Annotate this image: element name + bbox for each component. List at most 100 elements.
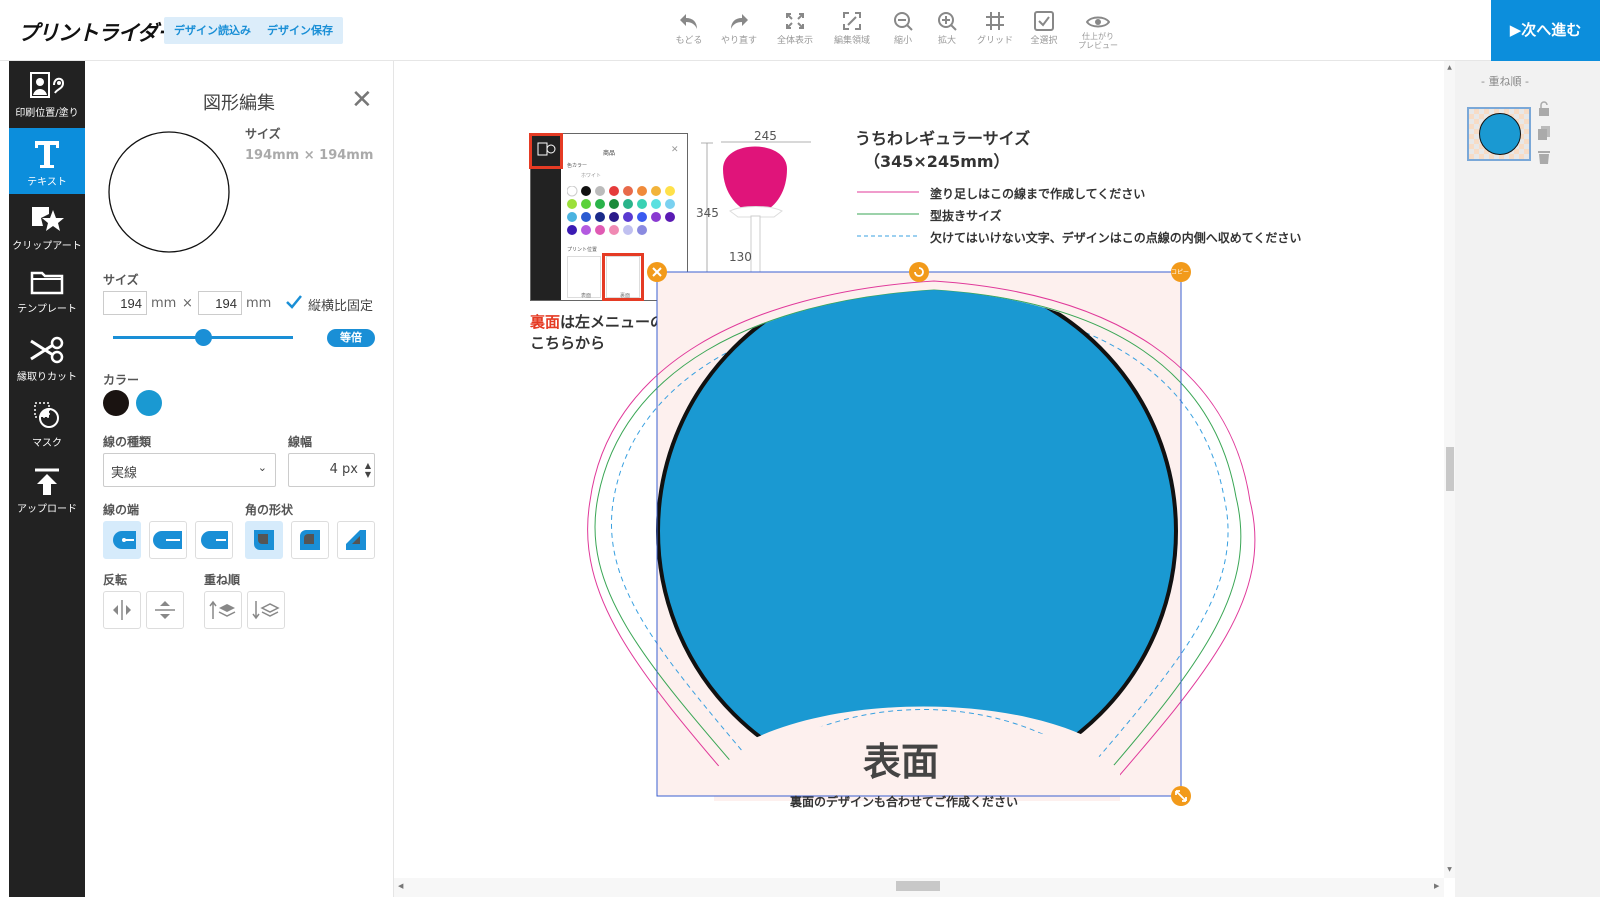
stepper-icon[interactable]: ▲ ▼ — [365, 461, 371, 479]
legend-safe-text: 欠けてはいけない文字、デザインはこの点線の内側へ収めてください — [930, 231, 1302, 245]
line-type-select[interactable]: 実線 ⌄ — [103, 453, 276, 487]
size-slider-thumb[interactable] — [195, 329, 212, 346]
size-value: 194mm × 194mm — [245, 148, 374, 163]
palette-swatch — [609, 225, 619, 235]
edit-area-button[interactable]: 編集領域 — [824, 11, 880, 46]
sidebar-item-clipart[interactable]: クリップアート — [9, 194, 85, 260]
layer-thumbnail[interactable] — [1467, 107, 1531, 161]
preview-button[interactable]: 仕上がり プレビュー — [1070, 14, 1126, 50]
times-sign: × — [182, 296, 193, 311]
corner-round-button[interactable] — [291, 521, 329, 559]
stroke-color-swatch[interactable] — [103, 390, 129, 416]
shape-preview — [108, 131, 230, 253]
layers-title: - 重ね順 - — [1481, 75, 1529, 88]
flip-vertical-button[interactable] — [146, 591, 184, 629]
order-label: 重ね順 — [204, 573, 241, 587]
dim-height-label: 345 — [696, 206, 719, 220]
line-end-round-button[interactable] — [103, 521, 141, 559]
duplicate-icon[interactable] — [1537, 125, 1551, 141]
palette-swatch — [651, 199, 661, 209]
guide-legend-lines — [857, 191, 919, 237]
palette-swatch — [595, 186, 605, 196]
select-all-button[interactable]: 全選択 — [1016, 11, 1072, 46]
print-position-icon — [30, 72, 65, 98]
design-canvas[interactable]: 商品 ✕ 色カラー ホワイト プリント位置 表面 裏面 裏面は左メニューの こち… — [394, 61, 1444, 878]
design-save-button[interactable]: デザイン保存 — [257, 17, 343, 44]
palette-swatch — [623, 225, 633, 235]
corner-bevel-button[interactable] — [337, 521, 375, 559]
palette-swatch — [665, 212, 675, 222]
horizontal-scroll-thumb[interactable] — [896, 881, 940, 891]
palette-swatch — [581, 199, 591, 209]
palette-swatch — [637, 225, 647, 235]
send-backward-button[interactable] — [247, 591, 285, 629]
width-input[interactable] — [103, 291, 147, 315]
edit-area-label: 編集領域 — [833, 36, 870, 46]
line-end-butt-button[interactable] — [149, 521, 187, 559]
bring-forward-button[interactable] — [204, 591, 242, 629]
unlock-icon[interactable] — [1537, 101, 1551, 117]
palette-swatch — [609, 186, 619, 196]
fill-color-swatch[interactable] — [136, 390, 162, 416]
line-width-unit: px — [342, 462, 358, 477]
scale-reset-button[interactable]: 等倍 — [327, 329, 375, 347]
fit-view-button[interactable]: 全体表示 — [767, 11, 823, 46]
design-load-button[interactable]: デザイン読込み — [164, 17, 261, 44]
palette-swatch — [651, 186, 661, 196]
mini-color-label: 色カラー — [567, 163, 588, 169]
size-section-label: サイズ — [103, 273, 139, 287]
copy-handle-label: コピー — [1171, 269, 1190, 276]
grid-label: グリッド — [976, 36, 1013, 46]
redo-label: やり直す — [720, 36, 757, 46]
preview-label-1: 仕上がり — [1082, 32, 1114, 41]
color-label: カラー — [103, 373, 140, 387]
line-width-label: 線幅 — [288, 435, 313, 449]
flip-horizontal-button[interactable] — [103, 591, 141, 629]
sidebar-item-label: マスク — [32, 438, 62, 449]
sidebar-item-mask[interactable]: マスク — [9, 391, 85, 457]
next-step-button[interactable]: ▶次へ進む — [1491, 0, 1600, 61]
left-sidebar: 印刷位置/塗り テキスト クリップアート テンプレート 縁取りカット マスク ア… — [9, 61, 85, 897]
palette-swatch — [665, 186, 675, 196]
line-cap-round-icon — [113, 531, 136, 549]
corner-miter-button[interactable] — [245, 521, 283, 559]
height-input[interactable] — [198, 291, 242, 315]
vertical-scroll-thumb[interactable] — [1446, 447, 1454, 491]
sidebar-item-print-position[interactable]: 印刷位置/塗り — [9, 61, 85, 127]
sidebar-item-cut[interactable]: 縁取りカット — [9, 325, 85, 391]
sidebar-item-label: テキスト — [27, 177, 67, 188]
palette-swatch — [637, 186, 647, 196]
preview-label-2: プレビュー — [1078, 41, 1118, 50]
palette-swatch — [567, 212, 577, 222]
checkmark-icon[interactable] — [284, 292, 304, 312]
corner-miter-icon — [254, 530, 274, 550]
sidebar-item-upload[interactable]: アップロード — [9, 457, 85, 523]
app-logo[interactable]: プリントライダー — [18, 17, 178, 47]
palette-swatch — [581, 225, 591, 235]
palette-swatch — [665, 199, 675, 209]
layers-panel: - 重ね順 - — [1455, 61, 1600, 897]
trash-icon[interactable] — [1537, 149, 1551, 165]
flip-label: 反転 — [103, 573, 128, 587]
vertical-scrollbar[interactable]: ▲ ▼ — [1444, 61, 1455, 878]
line-end-square-button[interactable] — [195, 521, 233, 559]
chevron-down-icon: ⌄ — [257, 461, 267, 474]
close-icon[interactable]: ✕ — [351, 87, 373, 113]
redo-button[interactable]: やり直す — [711, 11, 767, 46]
top-toolbar: プリントライダー デザイン読込み デザイン保存 もどる やり直す 全体表示 編集… — [0, 0, 1600, 61]
grid-button[interactable]: グリッド — [967, 11, 1023, 46]
size-label: サイズ — [245, 127, 281, 141]
horizontal-scrollbar[interactable]: ◀ ▶ — [394, 878, 1444, 897]
zoom-in-label: 拡大 — [937, 36, 956, 46]
sidebar-item-text[interactable]: テキスト — [9, 128, 85, 194]
mini-panel-title: 商品 — [603, 150, 616, 157]
undo-icon — [680, 14, 697, 29]
palette-swatch — [581, 212, 591, 222]
line-width-input[interactable]: 4 px ▲ ▼ — [288, 453, 375, 487]
line-type-label: 線の種類 — [103, 435, 152, 449]
redo-icon — [731, 14, 748, 29]
shape-edit-panel: 図形編集 ✕ サイズ 194mm × 194mm サイズ mm × mm 縦横比… — [85, 61, 394, 897]
rotate-handle[interactable] — [909, 262, 929, 282]
sidebar-item-template[interactable]: テンプレート — [9, 259, 85, 325]
undo-button[interactable]: もどる — [661, 11, 717, 46]
